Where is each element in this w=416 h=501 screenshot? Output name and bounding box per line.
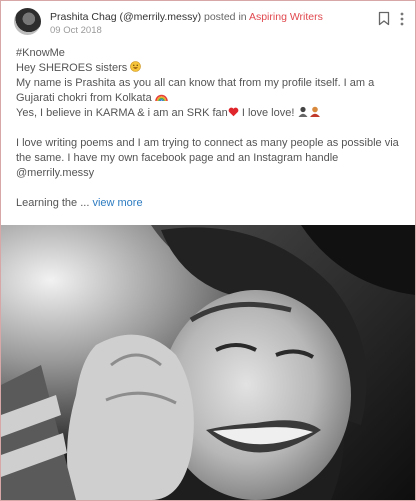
body-text-segment: Hey SHEROES sisters <box>16 62 128 74</box>
rainbow-emoji-icon <box>155 92 168 104</box>
author-name[interactable]: Prashita Chag (@merrily.messy) <box>50 11 201 23</box>
people-emoji-icon <box>297 106 323 119</box>
post-card: Prashita Chag (@merrily.messy) posted in… <box>0 0 416 501</box>
more-vertical-icon[interactable] <box>399 11 405 27</box>
smiling-face-emoji-icon <box>130 61 142 74</box>
post-photo[interactable] <box>1 225 415 500</box>
truncated-text: Learning the ... <box>16 197 90 209</box>
post-date: 09 Oct 2018 <box>50 25 102 36</box>
bookmark-icon[interactable] <box>378 11 390 26</box>
body-line: Learning the ... view more <box>16 196 406 211</box>
view-more-link[interactable]: view more <box>92 197 142 209</box>
avatar[interactable] <box>14 8 41 35</box>
post-body: #KnowMe Hey SHEROES sisters My name is P… <box>16 46 406 211</box>
body-line: Gujarati chokri from Kolkata <box>16 91 406 106</box>
body-paragraph: I love writing poems and I am trying to … <box>16 137 399 179</box>
post-header: Prashita Chag (@merrily.messy) posted in… <box>1 1 415 43</box>
community-link[interactable]: Aspiring Writers <box>249 11 323 23</box>
body-text-segment: Yes, I believe in KARMA & i am an SRK fa… <box>16 107 228 119</box>
posted-in-label: posted in <box>204 11 247 23</box>
post-byline: Prashita Chag (@merrily.messy) posted in… <box>50 11 323 23</box>
red-heart-emoji-icon <box>228 107 239 119</box>
body-text-segment: Gujarati chokri from Kolkata <box>16 92 152 104</box>
hashtag[interactable]: #KnowMe <box>16 46 406 61</box>
body-text-segment: I love love! <box>241 107 295 119</box>
body-line: Yes, I believe in KARMA & i am an SRK fa… <box>16 106 406 121</box>
body-line: Hey SHEROES sisters <box>16 61 406 76</box>
body-line: My name is Prashita as you all can know … <box>16 77 375 89</box>
